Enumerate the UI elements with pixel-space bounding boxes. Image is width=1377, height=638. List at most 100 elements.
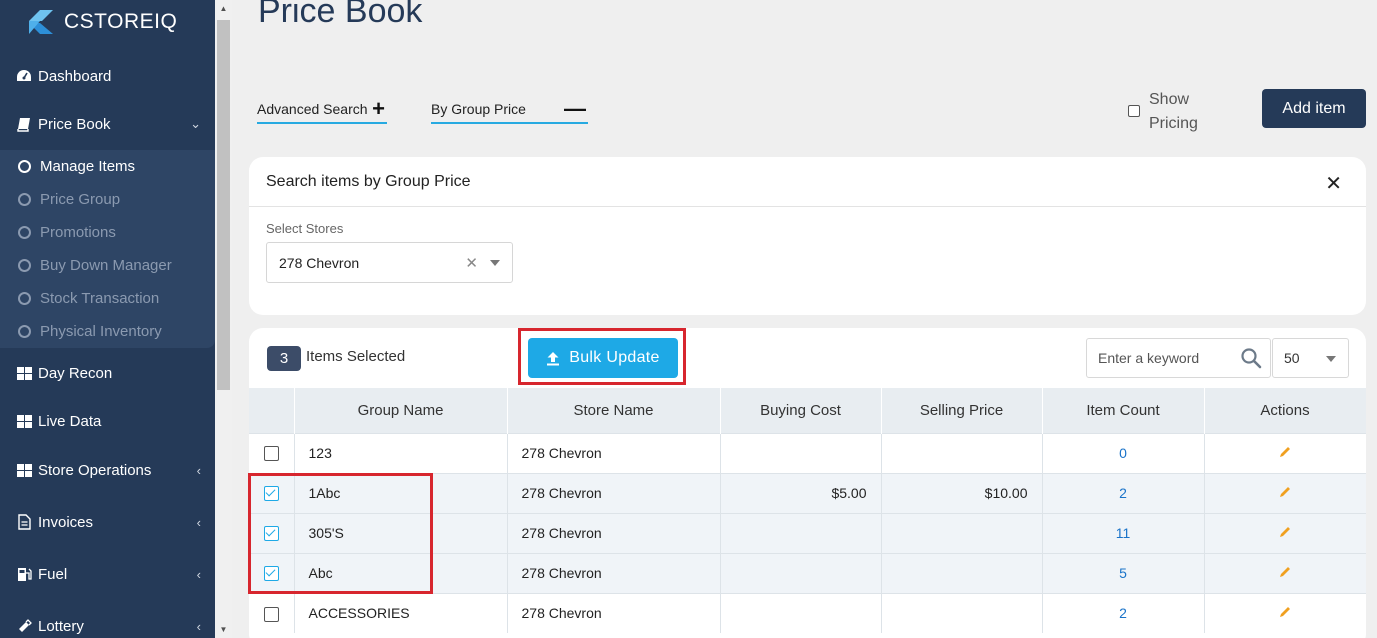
sidebar-item-label: Fuel [38,565,68,583]
header-item-count[interactable]: Item Count [1042,388,1205,433]
submenu-item-promotions[interactable]: Promotions [18,220,116,244]
buying-cost-cell [720,592,882,633]
chevron-down-icon: ⌄ [190,116,201,131]
grid-icon [16,413,32,429]
minus-icon: — [564,96,586,121]
item-count-link[interactable]: 2 [1042,472,1205,513]
selling-price-cell: $10.00 [881,472,1043,513]
sidebar-scrollbar[interactable]: ▲ ▼ [215,0,232,638]
header-selling-price[interactable]: Selling Price [881,388,1043,433]
group-name-cell: 123 [294,432,508,473]
scroll-down-arrow-icon[interactable]: ▼ [215,621,232,638]
header-select [249,388,295,433]
sidebar-item-day-recon[interactable]: Day Recon [0,353,215,393]
item-count-link[interactable]: 5 [1042,552,1205,593]
store-name-cell: 278 Chevron [507,552,721,593]
chevron-left-icon: ‹ [196,514,201,530]
store-select[interactable]: 278 Chevron ✕ [266,242,513,283]
buying-cost-cell [720,552,882,593]
advanced-search-label: Advanced Search [257,101,368,117]
scrollbar-thumb[interactable] [217,20,230,390]
circle-icon [18,192,31,206]
show-pricing-checkbox[interactable] [1128,105,1140,117]
sidebar-item-dashboard[interactable]: Dashboard [0,56,215,96]
group-name-cell: ACCESSORIES [294,592,508,633]
page-size-select[interactable]: 50 [1272,338,1349,378]
buying-cost-cell [720,432,882,473]
selected-count-text: Items Selected [306,348,406,365]
actions-cell [1204,432,1366,473]
grid-icon [16,365,32,381]
edit-pencil-icon[interactable] [1277,606,1293,623]
circle-icon [18,159,31,173]
store-select-value: 278 Chevron [279,254,360,271]
edit-pencil-icon[interactable] [1277,486,1293,503]
chevron-left-icon: ‹ [196,618,201,634]
row-checkbox[interactable] [263,606,279,622]
item-count-link[interactable]: 2 [1042,592,1205,633]
keyword-search-input[interactable]: Enter a keyword [1086,338,1271,378]
close-icon[interactable]: ✕ [1325,171,1342,196]
table-row: ACCESSORIES 278 Chevron 2 [249,592,1366,633]
submenu-label: Price Group [40,190,121,208]
selling-price-cell [881,592,1043,633]
submenu-item-physical-inventory[interactable]: Physical Inventory [18,319,162,343]
sidebar-item-price-book[interactable]: Price Book ⌄ [0,104,215,144]
actions-cell [1204,472,1366,513]
by-group-price-toggle[interactable]: By Group Price — [431,96,588,124]
scroll-up-arrow-icon[interactable]: ▲ [215,0,232,17]
actions-cell [1204,512,1366,553]
grid-icon [16,462,32,478]
submenu-label: Promotions [40,223,116,241]
sidebar-item-store-operations[interactable]: Store Operations ‹ [0,450,215,490]
store-name-cell: 278 Chevron [507,472,721,513]
edit-pencil-icon[interactable] [1277,566,1293,583]
submenu-label: Stock Transaction [40,289,160,307]
header-buying-cost[interactable]: Buying Cost [720,388,882,433]
sidebar-item-label: Store Operations [38,461,152,479]
store-name-cell: 278 Chevron [507,432,721,473]
page-size-value: 50 [1284,350,1300,366]
row-checkbox[interactable] [263,446,279,462]
bulk-update-button[interactable]: Bulk Update [528,338,678,378]
dropdown-caret-icon[interactable] [490,260,500,266]
header-group-name[interactable]: Group Name [294,388,508,433]
edit-pencil-icon[interactable] [1277,446,1293,463]
submenu-item-buy-down-manager[interactable]: Buy Down Manager [18,253,172,277]
show-pricing-label-line1: Show [1149,91,1190,108]
sidebar-item-label: Lottery [38,617,84,635]
sidebar-item-live-data[interactable]: Live Data [0,401,215,441]
submenu-label: Buy Down Manager [40,256,172,274]
price-book-submenu: Manage Items Price Group Promotions Buy … [0,150,215,348]
document-icon [16,514,32,530]
submenu-item-manage-items[interactable]: Manage Items [18,154,135,178]
show-pricing-toggle[interactable]: Show Pricing [1128,88,1198,136]
row-select-cell [249,432,295,473]
store-name-cell: 278 Chevron [507,512,721,553]
row-select-cell [249,592,295,633]
edit-pencil-icon[interactable] [1277,526,1293,543]
submenu-item-stock-transaction[interactable]: Stock Transaction [18,286,159,310]
sidebar-item-fuel[interactable]: Fuel ‹ [0,554,215,594]
fuel-icon [16,566,32,582]
add-item-button[interactable]: Add item [1262,89,1366,128]
logo-icon [26,7,56,37]
book-icon [16,116,32,132]
show-pricing-label-line2: Pricing [1149,115,1198,132]
upload-icon [546,351,560,366]
header-store-name[interactable]: Store Name [507,388,721,433]
chevron-left-icon: ‹ [196,566,201,582]
sidebar-item-lottery[interactable]: Lottery ‹ [0,606,215,638]
brand-logo[interactable]: CSTOREIQ [26,4,177,40]
ticket-icon [16,618,32,634]
search-icon[interactable] [1240,347,1262,372]
item-count-link[interactable]: 0 [1042,432,1205,473]
sidebar: CSTOREIQ Dashboard Price Book ⌄ Manage I… [0,0,215,638]
clear-icon[interactable]: ✕ [465,254,478,272]
table-row: 123 278 Chevron 0 [249,432,1366,473]
sidebar-item-label: Live Data [38,412,102,430]
sidebar-item-invoices[interactable]: Invoices ‹ [0,502,215,542]
item-count-link[interactable]: 11 [1042,512,1205,553]
advanced-search-toggle[interactable]: Advanced Search + [257,96,387,124]
submenu-item-price-group[interactable]: Price Group [18,187,120,211]
